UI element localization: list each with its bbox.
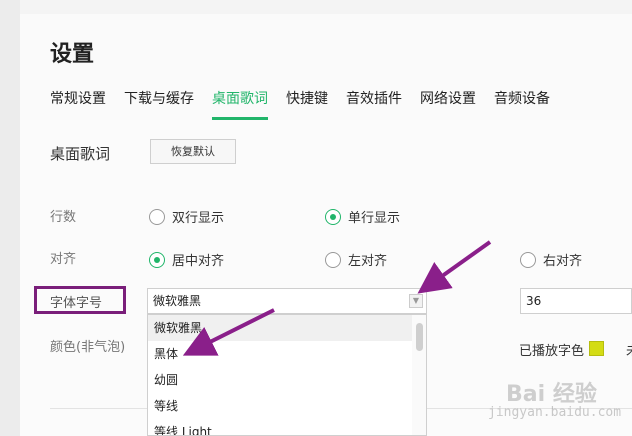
tab-sound-plugins[interactable]: 音效插件 — [346, 88, 402, 120]
dropdown-item[interactable]: 黑体 — [148, 341, 426, 367]
chevron-down-icon[interactable]: ▼ — [409, 294, 423, 308]
radio-double-line[interactable]: 双行显示 — [149, 207, 224, 226]
font-family-select[interactable]: 微软雅黑 ▼ — [147, 288, 427, 314]
dropdown-scrollbar[interactable] — [412, 315, 426, 435]
align-label: 对齐 — [50, 252, 77, 267]
radio-circle-icon — [520, 251, 536, 268]
window-top-strip — [20, 0, 632, 14]
dropdown-item[interactable]: 等线 Light — [148, 419, 426, 435]
radio-circle-icon — [325, 251, 341, 268]
section-title: 桌面歌词 — [50, 145, 111, 163]
color-label: 颜色(非气泡) — [50, 340, 126, 355]
radio-single-line[interactable]: 单行显示 — [325, 207, 400, 226]
page-title: 设置 — [50, 42, 95, 67]
radio-label: 单行显示 — [348, 211, 401, 226]
tab-shortcuts[interactable]: 快捷键 — [286, 88, 328, 120]
radio-circle-icon — [149, 208, 165, 225]
radio-label: 居中对齐 — [172, 254, 225, 269]
radio-align-right[interactable]: 右对齐 — [520, 250, 582, 269]
settings-tabs: 常规设置 下载与缓存 桌面歌词 快捷键 音效插件 网络设置 音频设备 — [50, 88, 568, 120]
watermark-logo: Bai 经验 — [506, 382, 597, 407]
unplayed-color-label: 未 — [626, 340, 632, 359]
radio-circle-checked-icon — [149, 251, 165, 268]
radio-circle-checked-icon — [325, 208, 341, 225]
watermark-url: jingyan.baidu.com — [488, 405, 622, 420]
font-dropdown-list: 微软雅黑 黑体 幼圆 等线 等线 Light — [147, 314, 427, 436]
reset-defaults-button[interactable]: 恢复默认 — [150, 139, 236, 164]
radio-label: 左对齐 — [348, 254, 388, 269]
radio-label: 右对齐 — [543, 254, 583, 269]
font-size-input[interactable]: 36 — [520, 288, 632, 314]
lines-label: 行数 — [50, 210, 77, 225]
tab-desktop-lyrics[interactable]: 桌面歌词 — [212, 88, 268, 120]
tab-download-cache[interactable]: 下载与缓存 — [124, 88, 194, 120]
dropdown-item[interactable]: 微软雅黑 — [148, 315, 426, 341]
tab-audio-device[interactable]: 音频设备 — [494, 88, 550, 120]
radio-align-left[interactable]: 左对齐 — [325, 250, 387, 269]
font-select-value: 微软雅黑 — [153, 294, 202, 308]
radio-align-center[interactable]: 居中对齐 — [149, 250, 224, 269]
scrollbar-thumb[interactable] — [416, 323, 423, 351]
settings-header: 设置 常规设置 下载与缓存 桌面歌词 快捷键 音效插件 网络设置 音频设备 — [20, 14, 632, 120]
tab-network[interactable]: 网络设置 — [420, 88, 476, 120]
played-color-label: 已播放字色 — [519, 344, 585, 359]
radio-label: 双行显示 — [172, 211, 225, 226]
dropdown-item[interactable]: 等线 — [148, 393, 426, 419]
dropdown-item[interactable]: 幼圆 — [148, 367, 426, 393]
font-label: 字体字号 — [50, 296, 103, 311]
played-color-swatch[interactable] — [589, 341, 604, 356]
tab-general[interactable]: 常规设置 — [50, 88, 106, 120]
